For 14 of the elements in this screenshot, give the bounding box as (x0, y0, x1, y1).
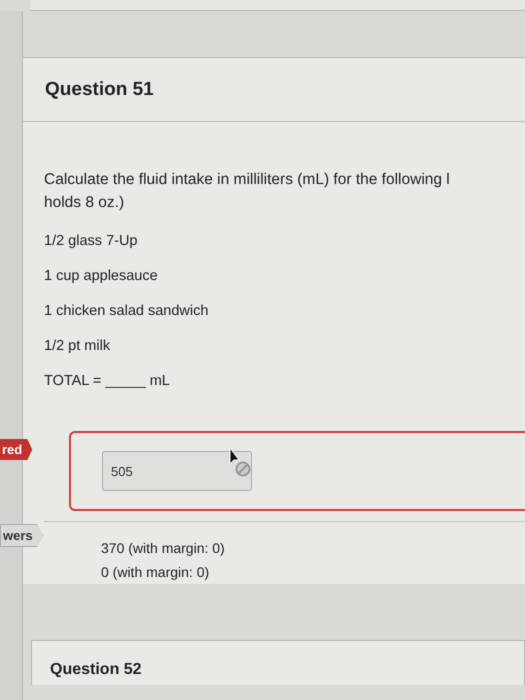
answers-tag: wers (0, 524, 44, 547)
question-title: Question 52 (50, 661, 143, 679)
correct-answer: 0 (with margin: 0) (101, 563, 210, 582)
status-tag: red (0, 439, 32, 460)
correct-answer: 370 (with margin: 0) (101, 539, 226, 558)
answer-field[interactable]: 505 (102, 451, 252, 491)
question-title: Question 51 (45, 78, 154, 100)
food-item: 1/2 pt milk (44, 338, 112, 354)
food-item: 1 cup applesauce (44, 268, 159, 284)
total-line: TOTAL = _____ mL (44, 373, 171, 389)
food-item: 1 chicken salad sandwich (44, 303, 210, 319)
question-prompt: Calculate the fluid intake in milliliters (mL) for the following l holds 8 oz.) (44, 170, 451, 213)
food-item: 1/2 glass 7-Up (44, 233, 138, 249)
no-drop-cursor-icon (230, 447, 250, 476)
